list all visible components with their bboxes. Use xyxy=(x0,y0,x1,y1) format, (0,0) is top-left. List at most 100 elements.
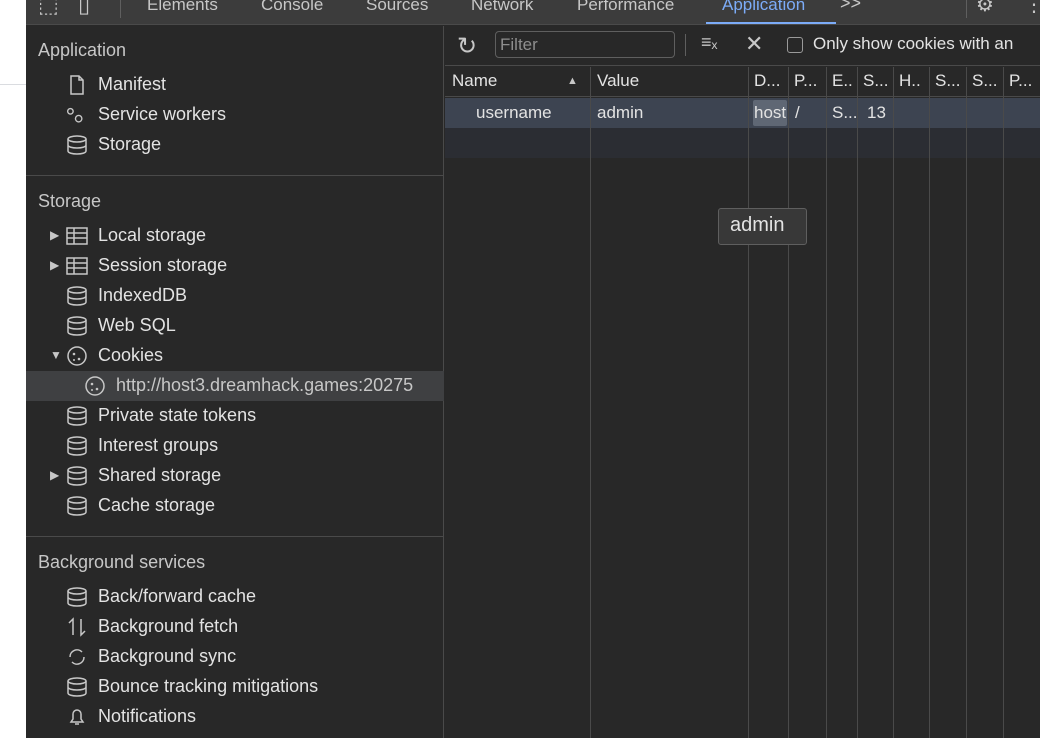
database-icon xyxy=(67,135,87,155)
sidebar-item-indexeddb[interactable]: IndexedDB xyxy=(26,281,444,311)
sidebar-item-label: Cache storage xyxy=(98,495,216,515)
sidebar-item-label: http://host3.dreamhack.games:20275 xyxy=(116,375,414,395)
cell-name[interactable]: username xyxy=(476,103,586,123)
database-icon xyxy=(67,466,87,486)
expand-arrow-icon[interactable]: ▶ xyxy=(50,228,59,242)
tab-elements[interactable]: Elements xyxy=(147,0,218,15)
sidebar-item-manifest[interactable]: Manifest xyxy=(26,70,444,100)
sidebar-item-label: Back/forward cache xyxy=(98,586,257,606)
tab-console[interactable]: Console xyxy=(261,0,323,15)
section-title-storage: Storage xyxy=(38,191,102,211)
more-options-icon[interactable]: ⋮ xyxy=(1024,0,1040,17)
more-tabs-button[interactable]: >> xyxy=(840,0,861,14)
sidebar-item-label: Background sync xyxy=(98,646,237,666)
application-sidebar: Application Manifest Service workers Sto… xyxy=(26,26,444,738)
header-size[interactable]: S... xyxy=(863,71,891,91)
tab-network[interactable]: Network xyxy=(471,0,533,15)
database-icon xyxy=(67,286,87,306)
only-show-issues-checkbox[interactable] xyxy=(787,37,803,53)
expand-arrow-icon[interactable]: ▶ xyxy=(50,258,59,272)
settings-gear-icon[interactable]: ⚙ xyxy=(976,0,994,17)
header-name[interactable]: Name xyxy=(452,71,562,91)
database-icon xyxy=(67,436,87,456)
cell-value[interactable]: admin xyxy=(597,103,737,123)
sidebar-item-notifications[interactable]: Notifications xyxy=(26,702,444,732)
sidebar-item-private-state-tokens[interactable]: Private state tokens xyxy=(26,401,444,431)
sidebar-item-cache-storage[interactable]: Cache storage xyxy=(26,491,444,521)
column-divider xyxy=(590,67,591,738)
expand-arrow-icon[interactable]: ▶ xyxy=(50,468,59,482)
cookies-panel: ↻ ≡ₓ ✕ Only show cookies with an xyxy=(445,26,1040,738)
column-divider xyxy=(826,67,827,738)
devtools-window: ⬚ ▯ Elements Console Sources Network Per… xyxy=(26,0,1040,738)
only-show-issues-label: Only show cookies with an xyxy=(813,34,1014,53)
sidebar-item-label: Background fetch xyxy=(98,616,239,636)
header-httponly[interactable]: H.. xyxy=(899,71,927,91)
tab-application[interactable]: Application xyxy=(722,0,805,15)
cell-size[interactable]: 13 xyxy=(867,103,891,123)
cell-tooltip: admin xyxy=(718,208,807,245)
tab-performance[interactable]: Performance xyxy=(577,0,674,15)
sidebar-item-label: Service workers xyxy=(98,104,227,124)
section-divider xyxy=(26,536,444,537)
collapse-arrow-icon[interactable]: ▼ xyxy=(50,348,62,362)
sidebar-item-interest-groups[interactable]: Interest groups xyxy=(26,431,444,461)
sidebar-item-service-workers[interactable]: Service workers xyxy=(26,100,444,130)
header-expires[interactable]: E.. xyxy=(832,71,856,91)
sidebar-item-shared-storage[interactable]: ▶ Shared storage xyxy=(26,461,444,491)
section-divider xyxy=(26,175,444,176)
device-toolbar-icon[interactable]: ▯ xyxy=(78,0,90,18)
section-title-background-services: Background services xyxy=(38,552,206,572)
sidebar-item-label: Web SQL xyxy=(98,315,176,335)
header-secure[interactable]: S... xyxy=(935,71,964,91)
clear-all-icon[interactable]: ≡ₓ xyxy=(701,32,717,53)
tab-sources[interactable]: Sources xyxy=(366,0,428,15)
sidebar-item-label: Notifications xyxy=(98,706,197,726)
header-domain[interactable]: D... xyxy=(754,71,786,91)
column-divider xyxy=(929,67,930,738)
sidebar-item-label: Bounce tracking mitigations xyxy=(98,676,319,696)
database-icon xyxy=(67,496,87,516)
sidebar-item-background-sync[interactable]: Background sync xyxy=(26,642,444,672)
cell-path[interactable]: / xyxy=(795,103,823,123)
sidebar-item-cookies[interactable]: ▼ Cookies xyxy=(26,341,444,371)
cookie-icon xyxy=(67,346,87,366)
header-priority[interactable]: P... xyxy=(1009,71,1039,91)
sidebar-item-web-sql[interactable]: Web SQL xyxy=(26,311,444,341)
page: ⬚ ▯ Elements Console Sources Network Per… xyxy=(0,0,1040,738)
header-path[interactable]: P... xyxy=(794,71,824,91)
sidebar-item-bounce-tracking[interactable]: Bounce tracking mitigations xyxy=(26,672,444,702)
table-row-empty xyxy=(445,128,1040,158)
sidebar-item-cookie-origin[interactable]: http://host3.dreamhack.games:20275 xyxy=(26,371,444,401)
tabbar-separator-right xyxy=(966,0,967,18)
gears-icon xyxy=(66,107,83,123)
page-divider xyxy=(0,84,26,85)
sidebar-item-label: Session storage xyxy=(98,255,228,275)
cookies-table: Name ▲ Value D... P... E.. S... H.. S...… xyxy=(445,67,1040,738)
sidebar-item-session-storage[interactable]: ▶ Session storage xyxy=(26,251,444,281)
sidebar-item-label: Local storage xyxy=(98,225,207,245)
sidebar-item-label: Storage xyxy=(98,134,162,154)
filter-input[interactable] xyxy=(495,31,675,58)
sidebar-item-label: Interest groups xyxy=(98,435,219,455)
sidebar-item-local-storage[interactable]: ▶ Local storage xyxy=(26,221,444,251)
column-divider xyxy=(1003,67,1004,738)
sidebar-item-back-forward-cache[interactable]: Back/forward cache xyxy=(26,582,444,612)
sort-ascending-icon: ▲ xyxy=(567,75,578,87)
header-samesite[interactable]: S... xyxy=(972,71,1001,91)
header-value[interactable]: Value xyxy=(597,71,737,91)
cookies-toolbar: ↻ ≡ₓ ✕ Only show cookies with an xyxy=(445,26,1040,66)
sidebar-item-storage[interactable]: Storage xyxy=(26,130,444,160)
inspect-element-icon[interactable]: ⬚ xyxy=(38,0,59,18)
active-tab-indicator xyxy=(706,22,836,24)
sidebar-item-label: Private state tokens xyxy=(98,405,257,425)
database-icon xyxy=(67,316,87,336)
sidebar-item-label: Manifest xyxy=(98,74,167,94)
table-icon xyxy=(66,227,88,245)
devtools-tabbar: ⬚ ▯ Elements Console Sources Network Per… xyxy=(26,0,1040,25)
delete-selected-icon[interactable]: ✕ xyxy=(745,31,763,57)
sidebar-item-background-fetch[interactable]: Background fetch xyxy=(26,612,444,642)
cell-domain[interactable]: host xyxy=(754,103,787,123)
cell-expires[interactable]: S... xyxy=(832,103,856,123)
refresh-icon[interactable]: ↻ xyxy=(457,32,477,61)
